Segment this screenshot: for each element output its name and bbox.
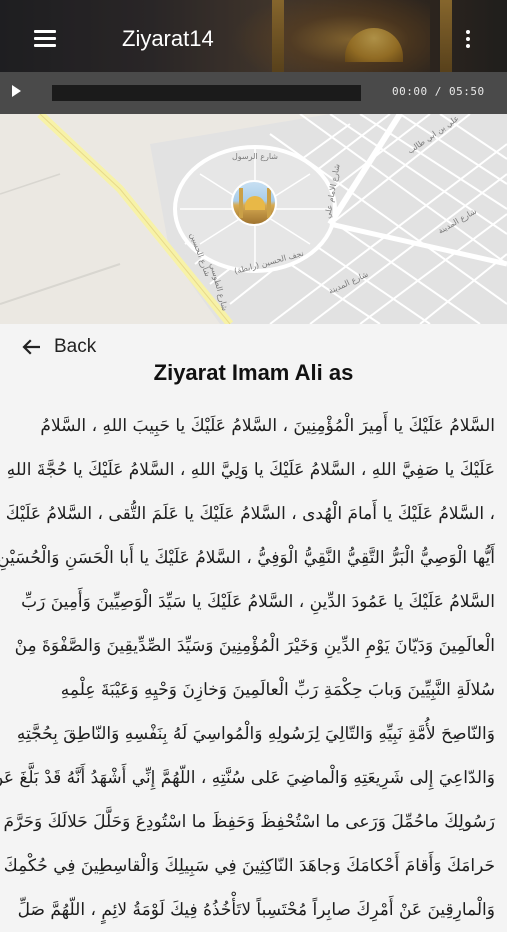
text-line: وَالنّاصِحَ لأُمَّةِ نَبِيِّهِ وَالتّالِ… [16,724,495,744]
text-line: السَّلامُ عَلَيْكَ يا عَمُودَ الدِّينِ ،… [21,592,495,612]
map-street-label: شارع الرسول [232,152,278,161]
ziyarat-text: السَّلامُ عَلَيْكَ يا أَمِيرَ الْمُؤْمِن… [0,404,507,932]
hamburger-menu-icon[interactable] [34,30,56,48]
text-line: وَالْمارِقِينَ عَنْ أَمْرِكَ صابِراً مُح… [17,900,495,920]
text-line: حَرامَكَ وَأَقامَ أَحْكامَكَ وَجاهَدَ ال… [3,856,495,876]
text-line: السَّلامُ عَلَيْكَ يا أَمِيرَ الْمُؤْمِن… [40,416,495,436]
shrine-location-pin[interactable] [231,180,277,226]
time-separator: / [434,85,442,98]
back-button[interactable]: Back [22,336,96,358]
audio-player: 00:00 / 05:50 [0,72,507,114]
overflow-menu-icon[interactable] [464,30,472,50]
text-line: سُلالَةِ النَّبِيِّينَ وَبابَ حِكْمَةِ ر… [60,680,495,700]
play-icon[interactable] [12,85,21,97]
text-line: وَالدّاعِيَ إِلى شَرِيعَتِهِ وَالْماضِيَ… [0,768,495,788]
current-time: 00:00 [392,85,428,98]
map-view[interactable]: شارع الرسول شارع الامام علي علي بن ابي ط… [0,114,507,324]
total-duration: 05:50 [449,85,485,98]
text-line: الْعالَمِينَ وَدَيّانَ يَوْمِ الدِّينِ و… [14,636,495,656]
app-title: Ziyarat14 [122,26,214,51]
text-line: أَيُّها الْوَصِيُّ الْبَرُّ التَّقِيُّ ا… [0,548,495,568]
text-line: رَسُولِكَ ماحُمِّلَ وَرَعى ما اسْتُحْفِظ… [3,812,495,832]
page-title: Ziyarat Imam Ali as [153,360,354,385]
back-label: Back [54,336,97,357]
seek-bar[interactable] [52,85,361,101]
arrow-back-icon [22,339,40,355]
header-overlay [0,0,507,72]
app-bar: Ziyarat14 [0,0,507,72]
text-line: ، السَّلامُ عَلَيْكَ يا أَمامَ الْهُدى ،… [5,504,495,524]
content-area: Back Ziyarat Imam Ali as السَّلامُ عَلَي… [0,324,507,920]
text-line: عَلَيْكَ يا صَفِيَّ اللهِ ، السَّلامُ عَ… [6,460,495,480]
time-readout: 00:00 / 05:50 [392,85,485,98]
